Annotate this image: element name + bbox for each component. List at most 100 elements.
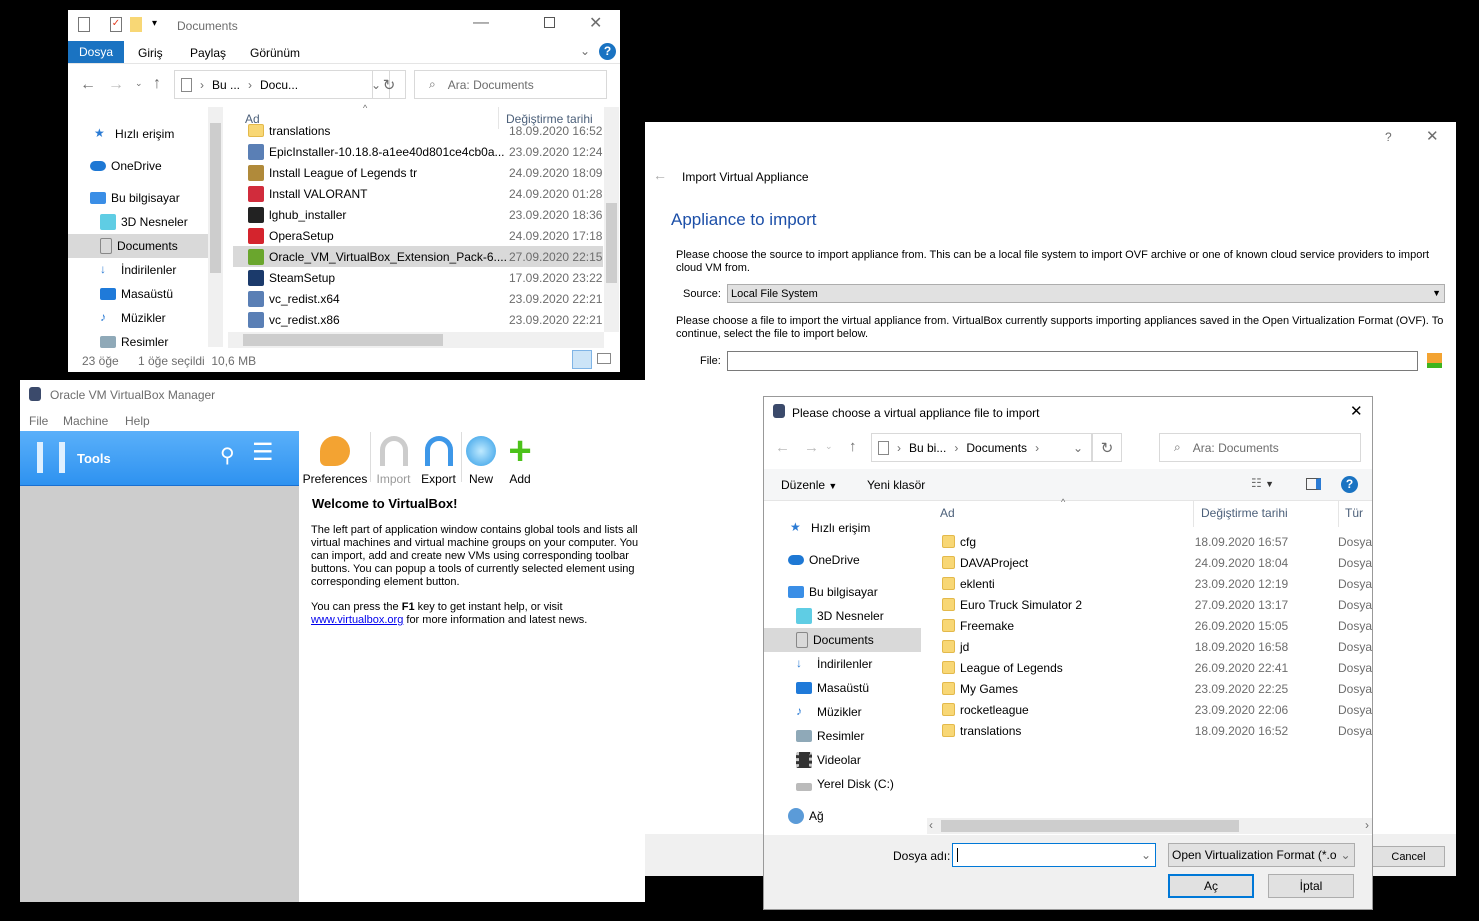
tab-dosya[interactable]: Dosya (68, 41, 124, 63)
cancel-button[interactable]: Cancel (1372, 846, 1445, 867)
file-row[interactable]: Freemake 26.09.2020 15:05 Dosya (942, 615, 1372, 636)
file-row[interactable]: Install League of Legends tr 24.09.2020 1… (233, 162, 603, 183)
file-row[interactable]: translations 18.09.2020 16:52 (233, 122, 603, 141)
file-row[interactable]: League of Legends 26.09.2020 22:41 Dosya (942, 657, 1372, 678)
file-row[interactable]: eklenti 23.09.2020 12:19 Dosya (942, 573, 1372, 594)
help-icon[interactable]: ? (1341, 476, 1358, 493)
file-row[interactable]: cfg 18.09.2020 16:57 Dosya (942, 531, 1372, 552)
back-arrow-icon[interactable]: ← (653, 167, 667, 183)
tab-giris[interactable]: Giriş (138, 46, 163, 60)
nav-item-this-pc[interactable]: Bu bilgisayar (764, 580, 921, 604)
nav-item-documents[interactable]: Documents (764, 628, 921, 652)
filename-input[interactable]: ⌄ (952, 843, 1156, 867)
nav-item-this-pc[interactable]: Bu bilgisayar (68, 186, 208, 210)
tab-gorunum[interactable]: Görünüm (250, 46, 300, 60)
menu-help[interactable]: Help (125, 414, 150, 428)
nav-item-videos[interactable]: Videolar (764, 748, 921, 772)
help-icon[interactable]: ? (599, 43, 616, 60)
quick-access-dropdown-icon[interactable]: ▾ (152, 18, 157, 29)
file-list-horizontal-scrollbar[interactable] (228, 332, 604, 348)
breadcrumb-item[interactable]: Docu... (260, 78, 298, 92)
file-row[interactable]: Oracle_VM_VirtualBox_Extension_Pack-6...… (233, 246, 603, 267)
file-row[interactable]: jd 18.09.2020 16:58 Dosya (942, 636, 1372, 657)
breadcrumb-item[interactable]: Documents (966, 441, 1027, 455)
nav-item-pictures[interactable]: Resimler (68, 330, 208, 354)
search-input[interactable]: ⌕ Ara: Documents (414, 70, 607, 99)
nav-item-quick-access[interactable]: ★ Hızlı erişim (764, 516, 921, 540)
nav-scrollbar[interactable] (208, 107, 223, 347)
details-view-button[interactable] (572, 350, 592, 369)
file-row[interactable]: My Games 23.09.2020 22:25 Dosya (942, 678, 1372, 699)
open-button[interactable]: Aç (1168, 874, 1254, 898)
forward-button[interactable]: → (804, 439, 819, 456)
tab-paylas[interactable]: Paylaş (190, 46, 226, 60)
export-button[interactable]: Export (416, 432, 461, 486)
close-button[interactable]: ✕ (1426, 127, 1439, 145)
recent-dropdown-icon[interactable]: ⌄ (825, 441, 833, 452)
column-header-date[interactable]: Değiştirme tarihi (1201, 506, 1288, 520)
back-button[interactable]: ← (80, 76, 96, 94)
preferences-button[interactable]: Preferences (300, 432, 370, 486)
menu-machine[interactable]: Machine (63, 414, 108, 428)
search-input[interactable]: ⌕ Ara: Documents (1159, 433, 1361, 462)
nav-item-music[interactable]: ♪ Müzikler (68, 306, 208, 330)
back-button[interactable]: ← (775, 439, 790, 456)
file-input[interactable] (727, 351, 1418, 371)
nav-item-onedrive[interactable]: OneDrive (764, 548, 921, 572)
address-bar[interactable]: › Bu bi... › Documents › ⌄ (871, 433, 1092, 462)
large-icons-view-button[interactable] (597, 353, 611, 364)
nav-item-onedrive[interactable]: OneDrive (68, 154, 208, 178)
column-header-type[interactable]: Tür (1345, 506, 1363, 520)
tools-menu-icon[interactable]: ☰ (252, 441, 274, 465)
nav-item-local-disk[interactable]: Yerel Disk (C:) (764, 772, 921, 796)
properties-icon[interactable] (78, 17, 90, 32)
open-file-icon[interactable] (1427, 353, 1442, 368)
nav-item-quick-access[interactable]: ★ Hızlı erişim (68, 122, 208, 146)
add-button[interactable]: + Add (500, 431, 540, 486)
tools-item[interactable]: Tools ⚲ ☰ (20, 431, 299, 486)
file-row[interactable]: rocketleague 23.09.2020 22:06 Dosya (942, 699, 1372, 720)
file-list-vertical-scrollbar[interactable] (604, 107, 619, 332)
file-row[interactable]: Install VALORANT 24.09.2020 01:28 (233, 183, 603, 204)
recent-dropdown-icon[interactable]: ⌄ (135, 78, 143, 89)
minimize-button[interactable]: — (473, 14, 489, 32)
file-row[interactable]: vc_redist.x86 23.09.2020 22:21 (233, 309, 603, 330)
file-row[interactable]: translations 18.09.2020 16:52 Dosya (942, 720, 1372, 741)
nav-item-3d-objects[interactable]: 3D Nesneler (764, 604, 921, 628)
cancel-button[interactable]: İptal (1268, 874, 1354, 898)
new-folder-button[interactable]: Yeni klasör (867, 478, 925, 492)
folder-icon[interactable] (130, 17, 142, 32)
import-button[interactable]: Import (371, 432, 416, 486)
file-row[interactable]: vc_redist.x64 23.09.2020 22:21 (233, 288, 603, 309)
breadcrumb-item[interactable]: Bu bi... (909, 441, 946, 455)
file-type-select[interactable]: Open Virtualization Format (*.o ⌄ (1168, 843, 1355, 867)
virtualbox-link[interactable]: www.virtualbox.org (311, 614, 403, 626)
refresh-button[interactable]: ↻ (372, 70, 406, 99)
file-row[interactable]: SteamSetup 17.09.2020 23:22 (233, 267, 603, 288)
close-button[interactable]: ✕ (1350, 402, 1363, 420)
breadcrumb-item[interactable]: Bu ... (212, 78, 240, 92)
file-row[interactable]: Euro Truck Simulator 2 27.09.2020 13:17 Do… (942, 594, 1372, 615)
nav-item-documents[interactable]: Documents (68, 234, 208, 258)
preview-pane-button[interactable] (1306, 478, 1321, 490)
file-row[interactable]: EpicInstaller-10.18.8-a1ee40d801ce4cb0a.… (233, 141, 603, 162)
refresh-button[interactable]: ↻ (1092, 433, 1122, 462)
maximize-button[interactable] (544, 17, 555, 28)
nav-item-music[interactable]: ♪ Müzikler (764, 700, 921, 724)
organize-button[interactable]: Düzenle ▼ (781, 478, 837, 492)
forward-button[interactable]: → (108, 76, 124, 94)
nav-item-downloads[interactable]: ↓ İndirilenler (764, 652, 921, 676)
file-row[interactable]: lghub_installer 23.09.2020 18:36 (233, 204, 603, 225)
checkmark-icon[interactable]: ✓ (110, 17, 122, 32)
file-list-horizontal-scrollbar[interactable]: ‹ › (927, 818, 1372, 834)
menu-file[interactable]: File (29, 414, 48, 428)
nav-item-3d-objects[interactable]: 3D Nesneler (68, 210, 208, 234)
column-header-name[interactable]: Ad (940, 506, 955, 520)
address-dropdown-icon[interactable]: ⌄ (1073, 441, 1083, 455)
up-button[interactable]: ↑ (153, 75, 161, 93)
file-row[interactable]: DAVAProject 24.09.2020 18:04 Dosya (942, 552, 1372, 573)
nav-item-downloads[interactable]: ↓ İndirilenler (68, 258, 208, 282)
nav-item-desktop[interactable]: Masaüstü (764, 676, 921, 700)
address-bar[interactable]: › Bu ... › Docu... ⌄ (174, 70, 390, 99)
expand-ribbon-icon[interactable]: ⌄ (580, 44, 590, 58)
